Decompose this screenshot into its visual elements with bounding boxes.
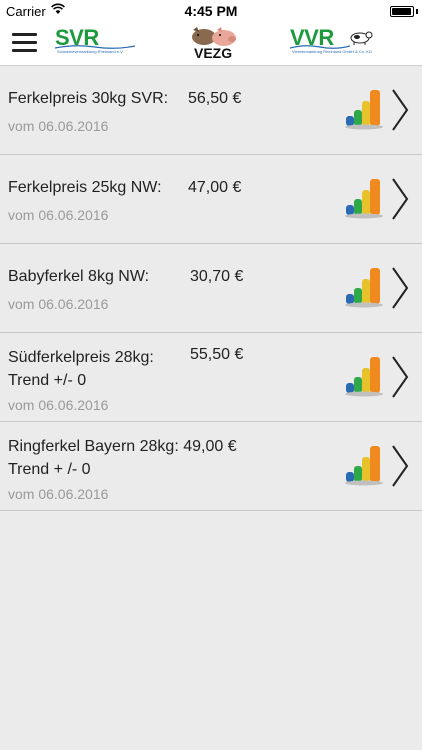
row-date: vom 06.06.2016 <box>8 296 109 312</box>
row-price: 56,50 € <box>188 90 242 107</box>
row-title-line1: Ringferkel Bayern 28kg: 49,00 € <box>8 435 237 458</box>
pig-cattle-icon <box>192 27 236 46</box>
app-header: SVR Schweinevermarktung Rheinland e.V. V… <box>0 22 422 66</box>
vezg-logo: VEZG <box>190 25 240 63</box>
row-price: 47,00 € <box>188 179 242 196</box>
row-date: vom 06.06.2016 <box>8 486 109 502</box>
row-title-line1: Südferkelpreis 28kg: <box>8 349 154 366</box>
row-price: 49,00 € <box>183 438 237 455</box>
bar-chart-icon <box>345 446 383 486</box>
row-title: Ferkelpreis 30kg SVR: <box>8 90 169 107</box>
menu-icon[interactable] <box>12 33 37 53</box>
bar-chart-icon <box>345 179 383 219</box>
price-row-ringferkel-bayern-28kg[interactable]: Ringferkel Bayern 28kg: 49,00 € Trend + … <box>0 422 422 511</box>
row-title: Ferkelpreis 25kg NW: <box>8 179 162 196</box>
row-date: vom 06.06.2016 <box>8 207 109 223</box>
price-row-ferkelpreis-25kg-nw[interactable]: Ferkelpreis 25kg NW: 47,00 € vom 06.06.2… <box>0 155 422 244</box>
row-title: Babyferkel 8kg NW: <box>8 268 150 285</box>
svr-logo: SVR Schweinevermarktung Rheinland e.V. <box>55 25 137 60</box>
status-bar: Carrier 4:45 PM <box>0 0 422 22</box>
bar-chart-icon <box>345 90 383 130</box>
battery-icon <box>390 6 414 17</box>
row-title-line2: Trend + /- 0 <box>8 461 91 478</box>
clock: 4:45 PM <box>184 3 238 19</box>
price-row-ferkelpreis-30kg-svr[interactable]: Ferkelpreis 30kg SVR: 56,50 € vom 06.06.… <box>0 66 422 155</box>
cow-icon <box>350 31 373 45</box>
chevron-right-icon[interactable] <box>390 266 410 310</box>
price-list: Ferkelpreis 30kg SVR: 56,50 € vom 06.06.… <box>0 66 422 511</box>
chevron-right-icon[interactable] <box>390 177 410 221</box>
chevron-right-icon[interactable] <box>390 444 410 488</box>
battery-tip <box>416 9 418 14</box>
price-row-babyferkel-8kg-nw[interactable]: Babyferkel 8kg NW: 30,70 € vom 06.06.201… <box>0 244 422 333</box>
row-title: Ringferkel Bayern 28kg: 49,00 € Trend + … <box>8 435 237 481</box>
chevron-right-icon[interactable] <box>390 88 410 132</box>
row-title-line2: Trend +/- 0 <box>8 372 87 389</box>
row-price: 30,70 € <box>190 268 244 285</box>
vvr-logo-subtitle: Viehvermarktung Rheinland GmbH & Co. KG <box>292 49 372 54</box>
bar-chart-icon <box>345 268 383 308</box>
row-date: vom 06.06.2016 <box>8 118 109 134</box>
svr-logo-subtitle: Schweinevermarktung Rheinland e.V. <box>57 49 124 54</box>
row-date: vom 06.06.2016 <box>8 397 109 413</box>
row-title-text: Ringferkel Bayern 28kg: <box>8 438 179 455</box>
price-row-suedferkelpreis-28kg[interactable]: Südferkelpreis 28kg: Trend +/- 0 55,50 €… <box>0 333 422 422</box>
vvr-logo: VVR Viehvermarktung Rheinland GmbH & Co.… <box>290 25 380 60</box>
chevron-right-icon[interactable] <box>390 355 410 399</box>
row-title: Südferkelpreis 28kg: Trend +/- 0 <box>8 346 154 392</box>
row-price: 55,50 € <box>190 346 244 363</box>
bar-chart-icon <box>345 357 383 397</box>
vezg-logo-text: VEZG <box>194 45 233 61</box>
